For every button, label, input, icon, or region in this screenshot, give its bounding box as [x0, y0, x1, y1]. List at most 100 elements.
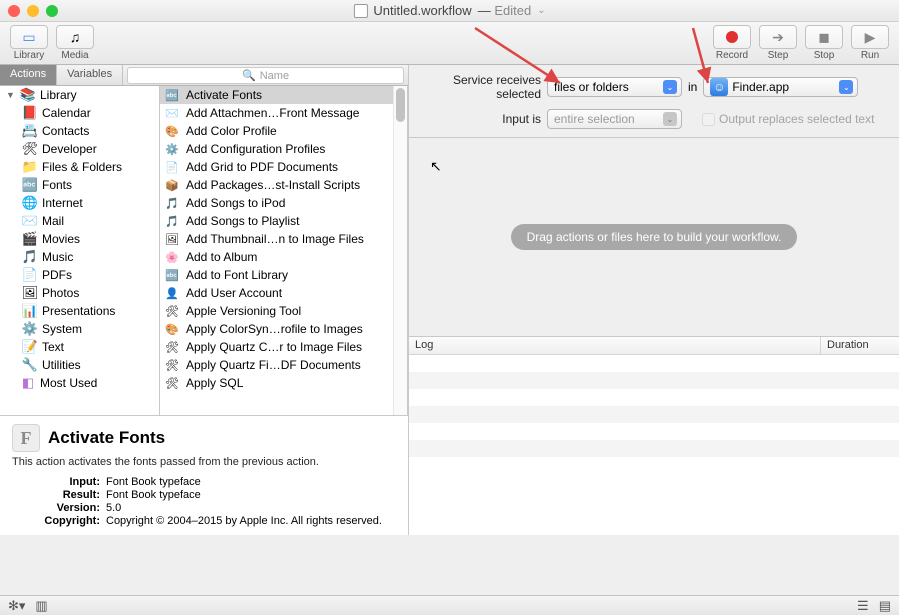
library-item[interactable]: 🎬Movies — [0, 230, 159, 248]
category-icon: 🖼 — [22, 285, 38, 301]
category-icon: 🎬 — [22, 231, 38, 247]
disclosure-triangle-icon[interactable]: ▼ — [6, 90, 16, 100]
footer-settings-icon[interactable]: ✻▾ — [8, 598, 25, 614]
action-icon: 🎨 — [164, 321, 180, 337]
action-row[interactable]: 🛠Apply Quartz C…r to Image Files — [160, 338, 407, 356]
minimize-window[interactable] — [27, 5, 39, 17]
library-item[interactable]: 📇Contacts — [0, 122, 159, 140]
action-icon: 🛠 — [164, 303, 180, 319]
action-row[interactable]: 🎨Add Color Profile — [160, 122, 407, 140]
toolbar-run[interactable]: ▶ Run — [851, 25, 889, 61]
action-row[interactable]: 🌸Add to Album — [160, 248, 407, 266]
finder-icon: ☺ — [710, 78, 728, 96]
library-item[interactable]: 📄PDFs — [0, 266, 159, 284]
title-dropdown-caret[interactable]: ⌄ — [537, 5, 545, 16]
library-item[interactable]: 🖼Photos — [0, 284, 159, 302]
library-item[interactable]: 🔤Fonts — [0, 176, 159, 194]
category-icon: 🌐 — [22, 195, 38, 211]
library-icon: 📚 — [20, 87, 36, 103]
library-item[interactable]: ⚙️System — [0, 320, 159, 338]
actions-scrollbar[interactable] — [393, 86, 407, 415]
workflow-canvas[interactable]: Drag actions or files here to build your… — [409, 138, 899, 336]
action-row[interactable]: 🖼Add Thumbnail…n to Image Files — [160, 230, 407, 248]
library-item[interactable]: 📁Files & Folders — [0, 158, 159, 176]
action-row[interactable]: 📄Add Grid to PDF Documents — [160, 158, 407, 176]
action-row[interactable]: 🔤Add to Font Library — [160, 266, 407, 284]
document-icon — [353, 4, 367, 18]
action-row[interactable]: 🎨Apply ColorSyn…rofile to Images — [160, 320, 407, 338]
footer-toggle-icon[interactable]: ▥ — [35, 598, 47, 614]
input-is-label: Input is — [421, 112, 541, 126]
titlebar: Untitled.workflow — Edited ⌄ — [0, 0, 899, 22]
toolbar: ▭ Library ♫ Media Record ➔ Step ◼ Stop ▶… — [0, 22, 899, 65]
library-item[interactable]: 📊Presentations — [0, 302, 159, 320]
actions-list: 🔤Activate Fonts✉️Add Attachmen…Front Mes… — [160, 86, 408, 415]
action-row[interactable]: 🎵Add Songs to Playlist — [160, 212, 407, 230]
log-panel: Log Duration — [409, 336, 899, 535]
action-row[interactable]: 🛠Apply Quartz Fi…DF Documents — [160, 356, 407, 374]
log-col-duration[interactable]: Duration — [821, 337, 899, 354]
action-icon: 🔤 — [164, 87, 180, 103]
most-used-icon: ◧ — [20, 375, 36, 391]
receives-select[interactable]: files or folders⌄ — [547, 77, 682, 97]
library-tabs-row: Actions Variables 🔍 Name — [0, 65, 408, 86]
action-row[interactable]: 📦Add Packages…st-Install Scripts — [160, 176, 407, 194]
input-is-select[interactable]: entire selection⌄ — [547, 109, 682, 129]
category-icon: 🎵 — [22, 249, 38, 265]
info-copyright: Copyright © 2004–2015 by Apple Inc. All … — [106, 515, 396, 527]
library-item[interactable]: 📝Text — [0, 338, 159, 356]
scrollbar-thumb[interactable] — [396, 88, 405, 122]
action-icon: 🎵 — [164, 195, 180, 211]
workflow-input-config: Service receives selected files or folde… — [409, 65, 899, 138]
library-item[interactable]: 🛠Developer — [0, 140, 159, 158]
action-row[interactable]: 👤Add User Account — [160, 284, 407, 302]
library-item[interactable]: 🎵Music — [0, 248, 159, 266]
run-icon: ▶ — [865, 29, 876, 46]
category-icon: 📊 — [22, 303, 38, 319]
window-title[interactable]: Untitled.workflow — Edited ⌄ — [353, 3, 545, 18]
close-window[interactable] — [8, 5, 20, 17]
output-replaces-checkbox[interactable]: Output replaces selected text — [702, 112, 874, 126]
step-icon: ➔ — [772, 29, 784, 46]
category-icon: 🔧 — [22, 357, 38, 373]
app-select[interactable]: ☺Finder.app ⌄ — [703, 77, 858, 97]
action-row[interactable]: 🛠Apple Versioning Tool — [160, 302, 407, 320]
toolbar-media[interactable]: ♫ Media — [56, 25, 94, 61]
action-icon: 🔤 — [164, 267, 180, 283]
action-icon: 📄 — [164, 159, 180, 175]
zoom-window[interactable] — [46, 5, 58, 17]
toolbar-library[interactable]: ▭ Library — [10, 25, 48, 61]
library-item[interactable]: ✉️Mail — [0, 212, 159, 230]
library-root[interactable]: ▼ 📚 Library — [0, 86, 159, 104]
toolbar-record[interactable]: Record — [713, 25, 751, 61]
toolbar-stop[interactable]: ◼ Stop — [805, 25, 843, 61]
footer-view-flow-icon[interactable]: ▤ — [879, 598, 891, 614]
library-item[interactable]: 🌐Internet — [0, 194, 159, 212]
category-icon: 📁 — [22, 159, 38, 175]
record-icon — [726, 31, 738, 43]
toolbar-step[interactable]: ➔ Step — [759, 25, 797, 61]
library-most-used[interactable]: ◧ Most Used — [0, 374, 159, 392]
search-input[interactable]: 🔍 Name — [127, 67, 404, 84]
category-icon: 📕 — [22, 105, 38, 121]
action-row[interactable]: 🎵Add Songs to iPod — [160, 194, 407, 212]
action-icon: 🛠 — [164, 339, 180, 355]
tab-variables[interactable]: Variables — [57, 65, 123, 85]
log-col-log[interactable]: Log — [409, 337, 821, 354]
action-info-title: Activate Fonts — [48, 428, 165, 448]
receives-label: Service receives selected — [421, 73, 541, 101]
action-row[interactable]: 🛠Apply SQL — [160, 374, 407, 392]
tab-actions[interactable]: Actions — [0, 65, 57, 85]
log-rows — [409, 355, 899, 535]
action-row[interactable]: ✉️Add Attachmen…Front Message — [160, 104, 407, 122]
category-icon: 📝 — [22, 339, 38, 355]
in-label: in — [688, 80, 697, 94]
library-item[interactable]: 🔧Utilities — [0, 356, 159, 374]
footer-view-list-icon[interactable]: ☰ — [857, 598, 869, 614]
media-icon: ♫ — [70, 29, 81, 45]
action-row[interactable]: 🔤Activate Fonts — [160, 86, 407, 104]
search-icon: 🔍 — [242, 69, 256, 82]
library-item[interactable]: 📕Calendar — [0, 104, 159, 122]
category-icon: 📄 — [22, 267, 38, 283]
action-row[interactable]: ⚙️Add Configuration Profiles — [160, 140, 407, 158]
